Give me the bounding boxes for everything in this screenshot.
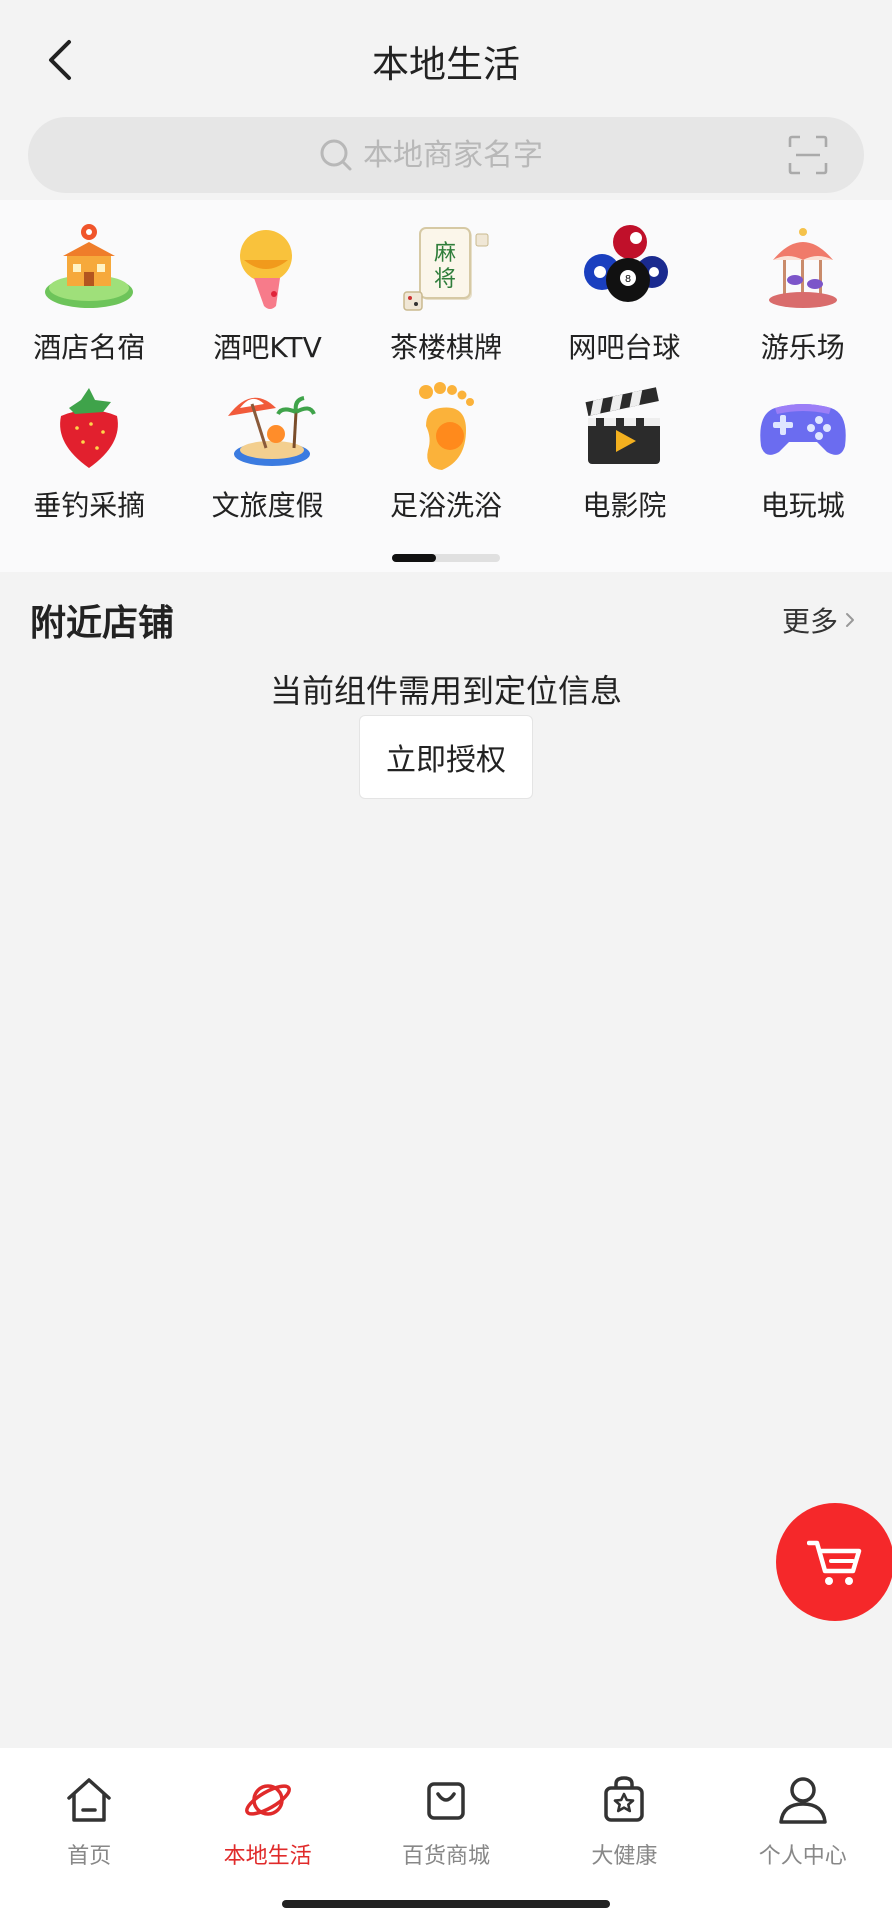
bottom-tab-bar: 首页 本地生活 百货商城 大健康 个人中心 xyxy=(0,1748,892,1920)
planet-icon xyxy=(244,1784,291,1816)
scan-icon[interactable] xyxy=(788,135,828,175)
hotel-icon xyxy=(45,224,134,308)
tab-label: 首页 xyxy=(67,1844,112,1869)
category-label: 酒店名宿 xyxy=(33,331,146,364)
nearby-stores-title: 附近店铺 xyxy=(30,603,175,644)
more-link[interactable]: 更多 xyxy=(782,600,856,640)
tab-label: 个人中心 xyxy=(758,1844,847,1869)
svg-text:将: 将 xyxy=(434,267,456,292)
tab-label: 本地生活 xyxy=(223,1844,312,1869)
clapperboard-icon xyxy=(585,387,661,464)
carousel-icon xyxy=(768,228,837,308)
search-icon xyxy=(320,139,352,171)
category-label: 酒吧KTV xyxy=(213,331,322,364)
tab-label: 大健康 xyxy=(591,1844,658,1869)
category-label: 电玩城 xyxy=(760,489,845,522)
svg-text:8: 8 xyxy=(625,274,631,285)
category-label: 茶楼棋牌 xyxy=(389,331,502,364)
location-required-message: 当前组件需用到定位信息 xyxy=(269,672,622,710)
category-label: 网吧台球 xyxy=(568,331,681,364)
microphone-icon xyxy=(239,230,292,309)
category-billiards[interactable]: 8 网吧台球 xyxy=(535,210,713,368)
cart-button[interactable] xyxy=(776,1503,892,1621)
page-title: 本地生活 xyxy=(372,43,520,86)
tab-profile[interactable]: 个人中心 xyxy=(714,1748,892,1888)
search-input[interactable] xyxy=(363,137,573,173)
tab-department-store[interactable]: 百货商城 xyxy=(357,1748,535,1888)
tab-health[interactable]: 大健康 xyxy=(535,1748,713,1888)
star-bag-icon xyxy=(604,1776,645,1822)
tab-label: 百货商城 xyxy=(401,1844,490,1869)
cart-icon xyxy=(807,1540,862,1585)
category-panel: 酒店名宿 酒吧KTV 麻 将 茶楼棋牌 8 网吧台球 游乐场 垂钓采摘 文旅度假… xyxy=(0,200,892,572)
svg-text:麻: 麻 xyxy=(434,241,456,266)
header: 本地生活 xyxy=(0,0,892,200)
category-hotel[interactable]: 酒店名宿 xyxy=(0,210,178,368)
chevron-right-icon xyxy=(846,613,854,627)
home-indicator xyxy=(282,1900,610,1908)
category-label: 足浴洗浴 xyxy=(389,489,502,522)
category-cinema[interactable]: 电影院 xyxy=(535,368,713,526)
tab-home[interactable]: 首页 xyxy=(0,1748,178,1888)
shopping-bag-icon xyxy=(427,1782,465,1820)
search-bar[interactable] xyxy=(28,117,864,193)
category-travel[interactable]: 文旅度假 xyxy=(178,368,356,526)
category-amusement[interactable]: 游乐场 xyxy=(714,210,892,368)
page-indicator-active xyxy=(392,554,436,562)
category-mahjong[interactable]: 麻 将 茶楼棋牌 xyxy=(357,210,535,368)
strawberry-icon xyxy=(60,388,119,468)
category-ktv[interactable]: 酒吧KTV xyxy=(178,210,356,368)
category-label: 电影院 xyxy=(582,489,667,522)
category-fishing-picking[interactable]: 垂钓采摘 xyxy=(0,368,178,526)
mahjong-icon: 麻 将 xyxy=(403,227,489,311)
footprint-icon xyxy=(418,382,474,470)
home-icon xyxy=(67,1778,111,1822)
page-indicator xyxy=(392,554,500,562)
gamepad-icon xyxy=(760,404,846,455)
tab-local-life[interactable]: 本地生活 xyxy=(178,1748,356,1888)
category-arcade[interactable]: 电玩城 xyxy=(714,368,892,526)
more-label: 更多 xyxy=(781,605,838,638)
category-foot-bath[interactable]: 足浴洗浴 xyxy=(357,368,535,526)
category-label: 垂钓采摘 xyxy=(33,489,146,522)
billiards-icon: 8 xyxy=(584,225,669,302)
category-label: 游乐场 xyxy=(760,331,845,364)
category-label: 文旅度假 xyxy=(211,489,324,522)
beach-umbrella-icon xyxy=(227,396,316,466)
user-icon xyxy=(779,1777,827,1824)
authorize-button[interactable]: 立即授权 xyxy=(359,715,533,799)
